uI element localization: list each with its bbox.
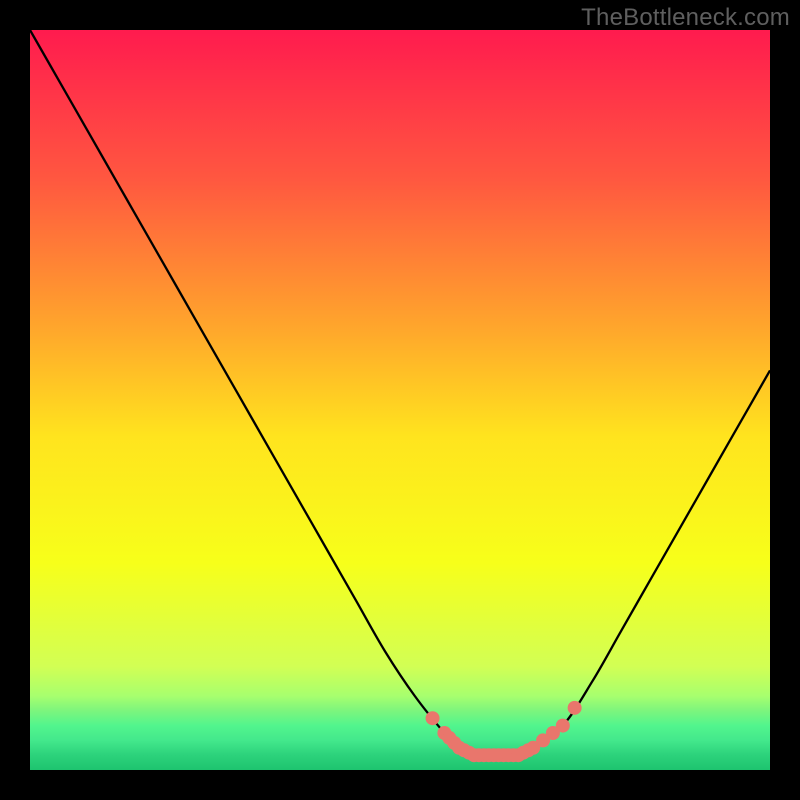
plot-svg bbox=[30, 30, 770, 770]
gradient-background bbox=[30, 30, 770, 770]
plot-area bbox=[30, 30, 770, 770]
highlight-dot bbox=[556, 719, 570, 733]
chart-stage: TheBottleneck.com bbox=[0, 0, 800, 800]
highlight-dot bbox=[426, 711, 440, 725]
highlight-dot bbox=[568, 701, 582, 715]
watermark-text: TheBottleneck.com bbox=[581, 4, 790, 32]
